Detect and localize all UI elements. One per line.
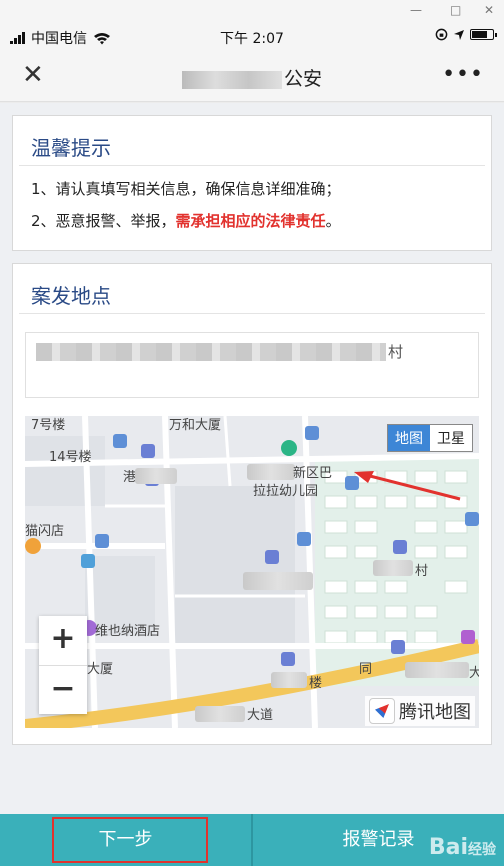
map-type-toggle: 地图 卫星 [387,424,473,452]
main-content: 温馨提示 1、请认真填写相关信息，确保信息详细准确； 2、恶意报警、举报，需承担… [0,103,504,814]
zoom-out-button[interactable]: − [39,665,87,714]
map-label-cun: 村 [415,564,429,579]
map-label-kindergarten: 拉拉幼儿园 [253,484,319,499]
map-type-satellite[interactable]: 卫星 [430,425,472,451]
minimize-icon[interactable]: — [410,3,422,17]
tips-title: 温馨提示 [19,116,485,166]
map-label-wanhe: 万和大厦 [169,418,222,433]
bottom-action-bar: 下一步 报警记录 Bai经验 [0,814,504,866]
map-type-standard[interactable]: 地图 [388,425,430,451]
status-bar: 中国电信 下午 2:07 [0,22,504,50]
annotation-arrow-icon [354,471,461,501]
watermark-sub: 经验 [468,842,496,858]
location-card: 案发地点 村 万和大厦 7号楼 14号楼 港 新区巴 拉拉幼儿园 猫闪店 村 维… [12,263,492,745]
map-label-road: 大道 [247,708,274,723]
rotation-lock-icon [435,28,448,41]
map-label-maoshan: 猫闪店 [25,524,65,539]
watermark: Bai经验 [429,835,496,860]
zoom-control: + − [39,616,87,714]
nav-bar: ✕ 公安 ••• [0,50,504,102]
address-end: 村 [388,343,404,361]
map-label-bldg7: 7号楼 [31,418,66,433]
tips-line-1: 1、请认真填写相关信息，确保信息详细准确； [31,180,341,198]
blurred-map-label [405,662,469,678]
next-step-highlight [52,817,208,863]
location-title: 案发地点 [19,264,485,314]
map-brand: 腾讯地图 [365,696,475,726]
tips-line-2-suffix: 。 [325,212,341,230]
blurred-map-label [135,468,177,484]
blurred-map-label [373,560,413,576]
blurred-map-label [247,464,295,480]
tips-line-2-prefix: 2、恶意报警、举报， [31,212,176,230]
zoom-in-button[interactable]: + [39,616,87,665]
map-label-lou: 楼 [309,676,323,691]
page-title-suffix: 公安 [283,68,322,90]
window-bar: — □ ✕ [0,0,504,22]
address-input[interactable]: 村 [25,332,479,398]
legal-warning: 需承担相应的法律责任 [175,212,326,230]
tips-line-2: 2、恶意报警、举报，需承担相应的法律责任。 [13,210,491,231]
status-time: 下午 2:07 [220,31,284,47]
blurred-map-label [271,672,307,688]
more-icon[interactable]: ••• [442,62,484,87]
battery-icon [470,29,497,40]
page-title: 公安 [0,64,504,91]
map-view[interactable]: 万和大厦 7号楼 14号楼 港 新区巴 拉拉幼儿园 猫闪店 村 维也纳酒店 大厦… [25,416,479,728]
map-brand-name: 腾讯地图 [399,702,471,723]
blurred-title-prefix [181,70,282,89]
window-close-icon[interactable]: ✕ [484,3,494,17]
maximize-icon[interactable]: □ [450,3,461,17]
compass-icon[interactable] [369,698,395,724]
location-arrow-icon [454,29,464,40]
blurred-map-label [195,706,245,722]
map-label-bldg14: 14号楼 [49,450,92,465]
blurred-address [36,343,386,361]
map-label-xinqu: 新区巴 [293,466,333,481]
map-label-tong: 同 [359,662,373,677]
map-label-vienna: 维也纳酒店 [95,624,161,639]
tips-card: 温馨提示 1、请认真填写相关信息，确保信息详细准确； 2、恶意报警、举报，需承担… [12,115,492,251]
map-label-da: 大 [469,666,479,681]
map-label-dasha: 大厦 [87,662,114,677]
watermark-text: Bai [428,835,468,860]
blurred-map-label [243,572,313,590]
